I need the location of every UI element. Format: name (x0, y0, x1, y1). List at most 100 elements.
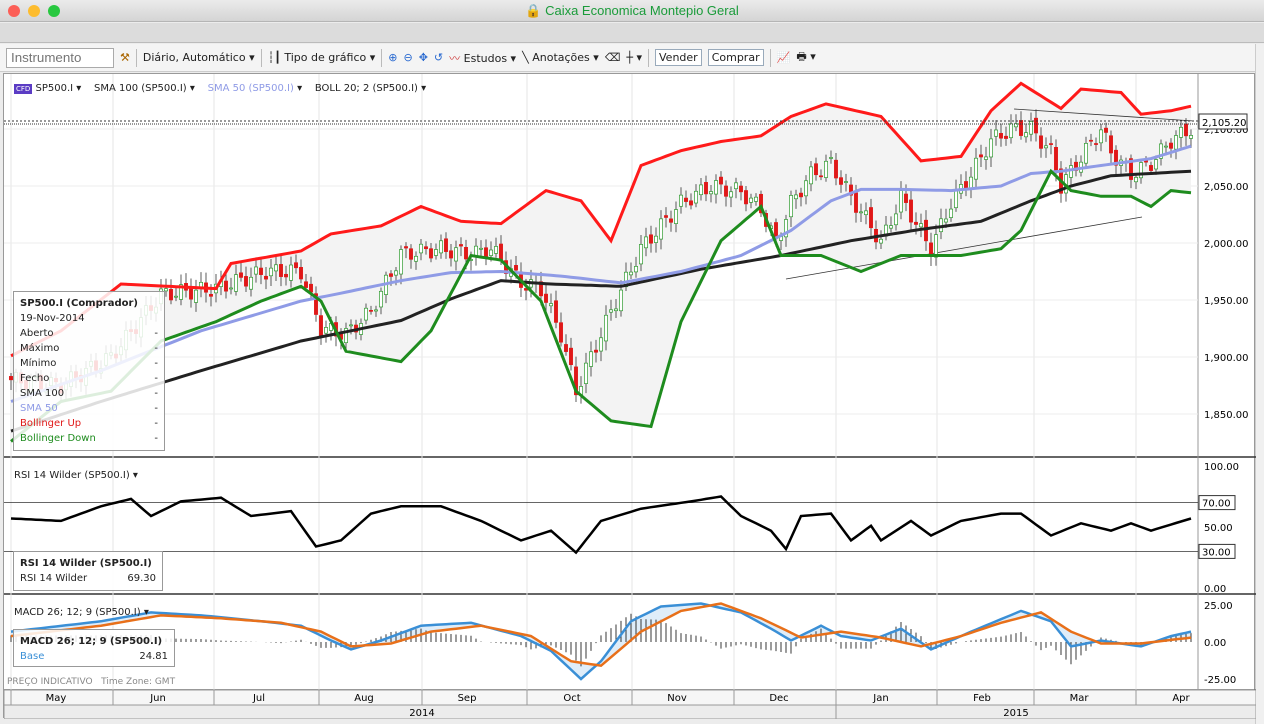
zoom-window-button[interactable] (48, 5, 60, 17)
candle-body (1189, 135, 1193, 139)
candle-body (289, 264, 293, 281)
candle-body (844, 181, 848, 183)
rsi-level-label: 70.00 (1202, 499, 1231, 510)
rsi-header[interactable]: RSI 14 Wilder (SP500.I) ▾ (14, 470, 138, 481)
month-label: Jan (872, 693, 888, 704)
candle-body (459, 244, 463, 247)
legend-row-label: Aberto (20, 328, 54, 339)
sma50-dropdown[interactable]: SMA 50 (SP500.I) ▾ (208, 83, 303, 94)
price-legend: SP500.I (Comprador) 19-Nov-2014 Aberto - M… (13, 291, 165, 451)
candle-body (854, 192, 858, 213)
window-scrollbar[interactable] (1255, 44, 1264, 724)
candle-body (809, 166, 813, 185)
candle-body (1009, 123, 1013, 139)
candle-body (234, 274, 238, 292)
legend-row-value: - (154, 403, 158, 414)
candle-body (454, 247, 458, 262)
minimize-window-button[interactable] (28, 5, 40, 17)
studies-dropdown[interactable]: 〰 Estudos ▾ (449, 50, 516, 66)
zoom-in-icon[interactable]: ⊕ (388, 51, 397, 64)
macd-tick-label: 25.00 (1204, 601, 1233, 612)
month-axis (3, 689, 1257, 706)
annotations-dropdown[interactable]: ╲ Anotações ▾ (522, 51, 599, 64)
candle-body (259, 267, 263, 275)
candle-body (659, 218, 663, 240)
candle-body (1184, 123, 1188, 137)
legend-row-label: Mínimo (20, 358, 57, 369)
rsi-level-label: 30.00 (1202, 547, 1231, 558)
candle-body (284, 273, 288, 278)
candle-body (1169, 142, 1173, 149)
candle-body (489, 249, 493, 256)
macd-legend-value: 24.81 (139, 651, 168, 662)
price-tick-label: 1,900.00 (1204, 353, 1249, 364)
candle-body (604, 314, 608, 342)
rsi-tick-label: 100.00 (1204, 462, 1239, 473)
candle-body (729, 191, 733, 198)
legend-row-label: Máximo (20, 343, 60, 354)
tab-strip (0, 23, 1264, 43)
candle-body (569, 347, 573, 366)
year-axis (3, 704, 1257, 720)
chart-settings-icon[interactable]: 📈 (777, 51, 791, 64)
reset-icon[interactable]: ↺ (434, 51, 443, 64)
candle-body (719, 176, 723, 185)
chart-canvas[interactable]: 2,100.002,050.002,000.001,950.001,900.00… (3, 74, 1257, 720)
month-label: Jul (252, 693, 265, 704)
buy-button[interactable]: Comprar (707, 49, 764, 66)
instrument-input[interactable] (6, 47, 114, 68)
divider (260, 48, 262, 67)
close-window-button[interactable] (8, 5, 20, 17)
boll-dropdown[interactable]: BOLL 20; 2 (SP500.I) ▾ (315, 83, 426, 94)
year-label: 2014 (409, 708, 434, 719)
symbol-dropdown[interactable]: SP500.I ▾ (36, 83, 82, 94)
month-label: Nov (667, 693, 687, 704)
zoom-out-icon[interactable]: ⊖ (403, 51, 412, 64)
candle-body (279, 264, 283, 277)
candle-body (174, 295, 178, 298)
legend-row: SMA 50 - (20, 401, 158, 416)
candle-body (269, 267, 273, 277)
annotations-label: Anotações (532, 51, 590, 64)
candle-body (804, 180, 808, 197)
candle-body (1044, 145, 1048, 149)
candle-body (794, 194, 798, 200)
candle-body (514, 265, 518, 271)
candle-body (399, 249, 403, 275)
candle-body (319, 315, 323, 337)
print-icon[interactable]: 🖶 ▾ (796, 48, 815, 67)
macd-header[interactable]: MACD 26; 12; 9 (SP500.I) ▾ (14, 607, 149, 618)
candle-body (789, 195, 793, 218)
sma100-dropdown[interactable]: SMA 100 (SP500.I) ▾ (94, 83, 195, 94)
candle-body (1089, 139, 1093, 142)
candle-body (704, 182, 708, 195)
candle-body (264, 275, 268, 280)
price-tick-label: 2,000.00 (1204, 239, 1249, 250)
candle-body (244, 276, 248, 287)
bollinger-band-fill (11, 83, 1191, 442)
instrument-list-icon[interactable]: ⚒ (120, 51, 130, 64)
candle-body (864, 210, 868, 216)
candle-body (379, 290, 383, 308)
interval-dropdown[interactable]: Diário, Automático ▾ (143, 51, 255, 64)
candle-body (169, 289, 173, 301)
cfd-icon: CFD (14, 84, 33, 94)
chart-type-dropdown[interactable]: ┆┃ Tipo de gráfico ▾ (268, 51, 376, 64)
candle-body (1084, 143, 1088, 164)
candle-body (734, 182, 738, 190)
eraser-icon[interactable]: ⌫ (605, 51, 621, 64)
boll-label: BOLL 20; 2 (SP500.I) (314, 83, 418, 94)
crosshair-icon[interactable]: ┼ ▾ (626, 51, 642, 64)
candle-body (694, 190, 698, 204)
pan-icon[interactable]: ✥ (419, 51, 428, 64)
legend-row: Fecho - (20, 371, 158, 386)
window-titlebar: 🔒 Caixa Economica Montepio Geral (0, 0, 1264, 22)
sell-button[interactable]: Vender (655, 49, 702, 66)
macd-legend: MACD 26; 12; 9 (SP500.I) Base 24.81 (13, 629, 175, 667)
candle-body (1104, 127, 1108, 133)
candle-body (654, 235, 658, 243)
candle-body (724, 185, 728, 197)
candle-body (239, 272, 243, 278)
candle-body (999, 133, 1003, 139)
candle-body (429, 248, 433, 259)
